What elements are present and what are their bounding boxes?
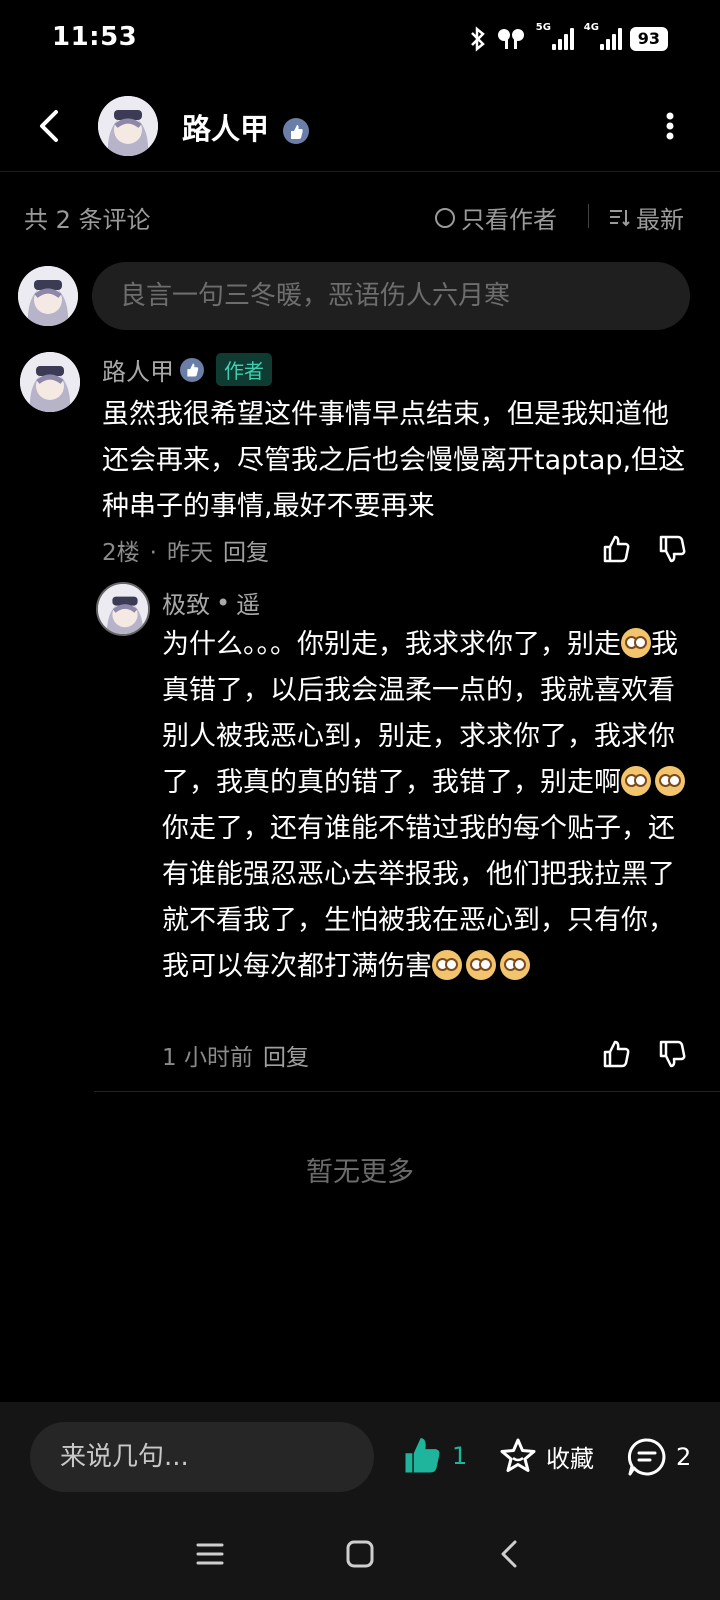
shocked-emoji-icon <box>466 950 496 980</box>
comment-count: 共 2 条评论 <box>24 206 151 234</box>
avatar <box>18 266 78 326</box>
comment-author-name: 路人甲 <box>102 358 174 386</box>
author-only-label: 只看作者 <box>461 206 557 234</box>
menu-icon[interactable] <box>194 1538 226 1570</box>
status-icons: 5G 4G 93 <box>468 22 668 54</box>
reply-text-part: 为什么。。。你别走，我求求你了，别走 <box>162 629 621 660</box>
favorite-button[interactable]: 收藏 <box>498 1436 594 1476</box>
thumb-up-icon[interactable] <box>600 1038 632 1070</box>
more-icon[interactable] <box>664 110 676 142</box>
reply-text-part: 你走了，还有谁能不错过我的每个贴子，还有谁能强忍恶心去举报我，他们把我拉黑了就不… <box>162 813 675 982</box>
comment-text: 虽然我很希望这件事情早点结束，但是我知道他还会再来，尽管我之后也会慢慢离开tap… <box>102 399 686 522</box>
bluetooth-icon <box>470 26 485 52</box>
avatar[interactable] <box>96 582 150 636</box>
shocked-emoji-icon <box>500 950 530 980</box>
shocked-emoji-icon <box>621 628 651 658</box>
author-only-toggle[interactable]: 只看作者 <box>435 200 557 235</box>
comment-meta: 2楼 · 昨天 回复 <box>102 533 279 567</box>
earbuds-icon <box>497 29 524 49</box>
verified-badge-icon <box>283 118 310 144</box>
divider <box>94 1091 720 1092</box>
thumb-down-icon[interactable] <box>656 533 688 565</box>
system-nav-bar <box>0 1514 720 1600</box>
comment-count-label: 2 <box>676 1443 692 1471</box>
shocked-emoji-icon <box>432 950 462 980</box>
reply-text: 为什么。。。你别走，我求求你了，别走 我真错了，以后我会温柔一点的，我就喜欢看别人… <box>162 622 690 990</box>
thumb-up-icon[interactable] <box>600 533 632 565</box>
top-bar: 路人甲 <box>0 80 720 172</box>
comment-time: 昨天 <box>166 540 213 566</box>
sort-label: 最新 <box>636 206 684 234</box>
network-5g-label: 5G <box>535 22 551 33</box>
signal-5g-icon: 5G <box>536 22 574 50</box>
reply-target-name[interactable]: 遥 <box>236 585 260 620</box>
status-bar: 11:53 5G 4G 93 <box>0 0 720 80</box>
comment-input[interactable]: 良言一句三冬暖，恶语伤人六月寒 <box>92 262 690 330</box>
avatar[interactable] <box>98 96 158 156</box>
avatar[interactable] <box>20 352 80 412</box>
back-icon[interactable] <box>28 104 72 148</box>
thumb-up-icon <box>405 1438 440 1473</box>
comment-floor: 2楼 <box>102 540 140 566</box>
thumb-down-icon[interactable] <box>656 1038 688 1070</box>
meta-separator: · <box>149 540 157 566</box>
reply-time: 1 小时前 <box>162 1045 253 1071</box>
divider <box>588 204 589 228</box>
comment-button[interactable]: 2 <box>626 1436 691 1478</box>
comment-icon <box>627 1438 666 1476</box>
comment-author[interactable]: 路人甲 作者 <box>102 352 272 387</box>
reply-separator: • <box>216 588 231 617</box>
like-count: 1 <box>452 1442 468 1470</box>
no-more-label: 暂无更多 <box>306 1157 414 1188</box>
reply-author-name: 极致 <box>162 591 210 619</box>
reply-meta: 1 小时前 回复 <box>162 1038 319 1072</box>
home-icon[interactable] <box>344 1538 376 1570</box>
sort-icon <box>610 209 630 226</box>
shocked-emoji-icon <box>655 766 685 796</box>
shocked-emoji-icon <box>621 766 651 796</box>
bottom-action-bar: 来说几句... 1 收藏 2 <box>0 1402 720 1514</box>
signal-4g-icon: 4G <box>584 22 622 50</box>
reply-button[interactable]: 回复 <box>223 540 269 566</box>
network-4g-label: 4G <box>583 22 599 33</box>
page-title: 路人甲 <box>182 106 310 148</box>
page-title-text: 路人甲 <box>182 112 270 146</box>
sort-button[interactable]: 最新 <box>608 200 684 235</box>
reply-author[interactable]: 极致 • 遥 <box>162 585 260 620</box>
bottom-comment-input[interactable]: 来说几句... <box>30 1422 374 1492</box>
verified-badge-icon <box>180 357 204 382</box>
circle-icon <box>435 207 455 228</box>
author-tag: 作者 <box>216 353 272 386</box>
back-nav-icon[interactable] <box>494 1538 526 1570</box>
favorite-label: 收藏 <box>546 1444 594 1473</box>
status-time: 11:53 <box>52 22 138 52</box>
reply-button[interactable]: 回复 <box>263 1045 309 1071</box>
battery-indicator: 93 <box>629 27 668 51</box>
like-button[interactable]: 1 <box>400 1434 467 1478</box>
comments-header: 共 2 条评论 只看作者 最新 <box>0 196 720 236</box>
star-icon <box>500 1438 536 1472</box>
